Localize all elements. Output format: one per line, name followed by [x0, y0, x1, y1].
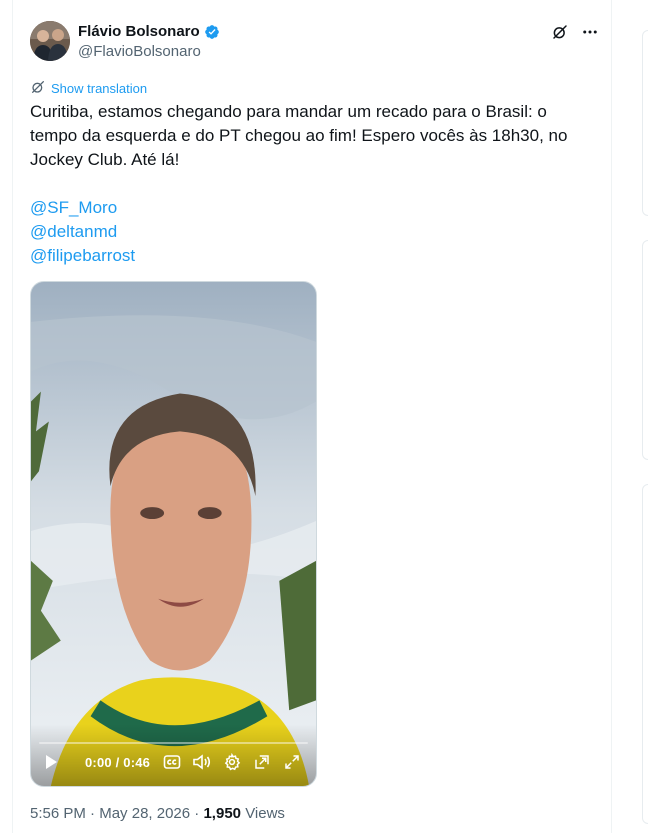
- verified-badge-icon: [204, 24, 220, 40]
- volume-icon[interactable]: [190, 750, 214, 774]
- sidebar-card: [642, 484, 648, 824]
- author-handle[interactable]: @FlavioBolsonaro: [78, 43, 201, 61]
- author-name-row[interactable]: Flávio Bolsonaro: [78, 23, 220, 41]
- tweet-time[interactable]: 5:56 PM: [30, 805, 86, 822]
- avatar[interactable]: [30, 21, 70, 61]
- author-display-name[interactable]: Flávio Bolsonaro: [78, 23, 200, 41]
- sidebar-card: [642, 240, 648, 460]
- fullscreen-icon[interactable]: [280, 750, 304, 774]
- settings-icon[interactable]: [220, 750, 244, 774]
- views-label: Views: [245, 805, 285, 822]
- tweet-date[interactable]: May 28, 2026: [99, 805, 190, 822]
- tweet-text: Curitiba, estamos chegando para mandar u…: [30, 102, 568, 169]
- grok-icon[interactable]: [550, 22, 570, 42]
- mention-link[interactable]: @deltanmd: [30, 220, 135, 244]
- grok-icon: [30, 79, 46, 99]
- video-progress-bar[interactable]: [39, 742, 308, 744]
- meta-separator: ·: [190, 805, 204, 822]
- play-icon[interactable]: [39, 750, 63, 774]
- video-player[interactable]: 0:00 / 0:46: [30, 281, 317, 787]
- video-duration: 0:46: [123, 754, 151, 770]
- more-options-icon[interactable]: [580, 22, 600, 42]
- video-controls: 0:00 / 0:46: [31, 724, 316, 786]
- mention-list: @SF_Moro @deltanmd @filipebarrost: [30, 196, 135, 268]
- mention-link[interactable]: @SF_Moro: [30, 196, 135, 220]
- tweet-meta: 5:56 PM · May 28, 2026 · 1,950 Views: [30, 805, 285, 823]
- video-control-row: 0:00 / 0:46: [31, 750, 316, 774]
- video-control-group: [160, 750, 304, 774]
- meta-separator: ·: [85, 805, 100, 822]
- header-actions: [550, 22, 600, 42]
- mention-link[interactable]: @filipebarrost: [30, 244, 135, 268]
- captions-icon[interactable]: [160, 750, 184, 774]
- pip-icon[interactable]: [250, 750, 274, 774]
- video-current-time: 0:00: [85, 754, 112, 770]
- views-count: 1,950: [203, 805, 242, 822]
- show-translation-link[interactable]: Show translation: [30, 79, 147, 99]
- video-frame: [31, 282, 316, 786]
- video-time-readout: 0:00 / 0:46: [85, 755, 150, 770]
- video-time-separator: /: [111, 754, 124, 770]
- show-translation-label[interactable]: Show translation: [51, 81, 147, 97]
- sidebar-card: [642, 30, 648, 216]
